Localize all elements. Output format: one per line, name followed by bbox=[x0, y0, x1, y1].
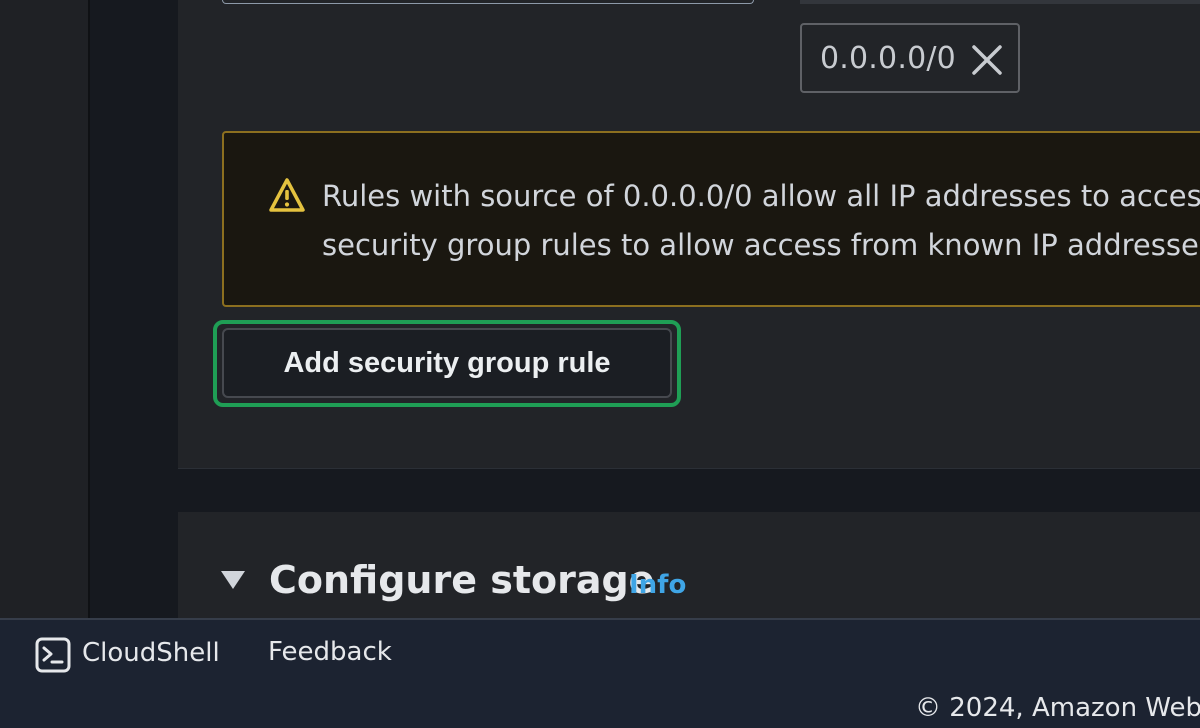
caret-down-icon[interactable] bbox=[221, 571, 245, 589]
source-token: 0.0.0.0/0 bbox=[800, 23, 1020, 93]
add-security-group-rule-button[interactable]: Add security group rule bbox=[222, 328, 672, 398]
source-input[interactable] bbox=[800, 0, 1200, 4]
close-icon[interactable] bbox=[970, 43, 1004, 77]
info-link[interactable]: Info bbox=[629, 570, 686, 600]
source-token-value: 0.0.0.0/0 bbox=[820, 40, 956, 76]
left-navigation-rail bbox=[0, 0, 90, 620]
cloudshell-icon[interactable] bbox=[35, 637, 71, 673]
warning-text-line-2: security group rules to allow access fro… bbox=[322, 228, 1200, 262]
feedback-link[interactable]: Feedback bbox=[268, 637, 392, 667]
warning-text-line-1: Rules with source of 0.0.0.0/0 allow all… bbox=[322, 179, 1200, 213]
open-source-warning-alert: Rules with source of 0.0.0.0/0 allow all… bbox=[222, 131, 1200, 307]
content-gutter bbox=[90, 0, 178, 620]
panel-divider bbox=[178, 468, 1200, 469]
copyright-text: © 2024, Amazon Web S bbox=[915, 693, 1200, 723]
warning-triangle-icon bbox=[269, 178, 305, 212]
source-type-select[interactable] bbox=[222, 0, 754, 4]
section-title: Configure storage bbox=[269, 558, 655, 602]
cloudshell-link[interactable]: CloudShell bbox=[82, 638, 220, 668]
